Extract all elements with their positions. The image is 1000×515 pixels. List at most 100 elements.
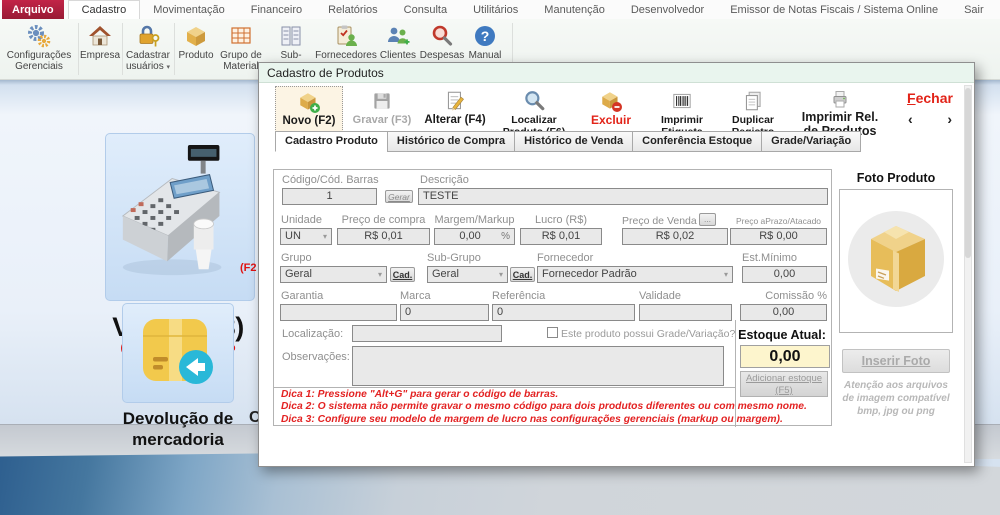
percent-suffix: %: [501, 229, 510, 244]
house-icon: [87, 22, 113, 50]
dica-1: Dica 1: Pressione "Alt+G" para gerar o c…: [281, 389, 829, 401]
preco-aprazo-label: Preço aPrazo/Atacado: [730, 216, 827, 226]
people-icon: [385, 22, 411, 50]
referencia-input[interactable]: 0: [492, 304, 635, 321]
menu-item-movimentacao[interactable]: Movimentação: [140, 0, 238, 19]
garantia-label: Garantia: [281, 290, 323, 302]
foto-produto-frame: [839, 189, 953, 333]
preco-venda-more-button[interactable]: ...: [699, 213, 716, 226]
ribbon-button-label: Manual: [469, 50, 502, 61]
magnifier-icon: [522, 88, 546, 114]
ribbon-button-configuracoes-gerenciais[interactable]: Configurações Gerenciais: [2, 22, 76, 78]
ribbon-button-label: Clientes: [380, 50, 416, 61]
lucro-input[interactable]: R$ 0,01: [520, 228, 602, 245]
menu-item-consulta[interactable]: Consulta: [391, 0, 460, 19]
ribbon-separator: [78, 23, 79, 75]
localizacao-input[interactable]: [352, 325, 502, 342]
marca-input[interactable]: 0: [400, 304, 489, 321]
box-icon: [183, 22, 209, 50]
hidden-label-fragment: C: [249, 409, 258, 427]
scrollbar-thumb[interactable]: [965, 88, 971, 258]
tab-cadastro-produto[interactable]: Cadastro Produto: [275, 131, 387, 152]
help-icon: ?: [472, 22, 498, 50]
menu-item-manutencao[interactable]: Manutenção: [531, 0, 618, 19]
ribbon-button-label: Empresa: [80, 50, 120, 61]
preco-venda-label: Preço de Venda: [622, 215, 697, 227]
observacoes-textarea[interactable]: [352, 346, 724, 386]
dica-2: Dica 2: O sistema não permite gravar o m…: [281, 401, 829, 413]
ribbon-button-empresa[interactable]: Empresa: [80, 22, 120, 78]
app-window: Arquivo Cadastro Movimentação Financeiro…: [0, 0, 1000, 515]
dialog-tabs: Cadastro Produto Histórico de Compra His…: [275, 131, 861, 152]
ribbon-button-label: Cadastrar usuários ▾: [124, 50, 172, 73]
unidade-select[interactable]: UN▾: [280, 228, 332, 245]
svg-text:?: ?: [481, 28, 490, 44]
preco-compra-label: Preço de compra: [337, 214, 430, 226]
gravar-label: Gravar (F3): [353, 114, 412, 126]
devolucao-card[interactable]: [122, 303, 234, 403]
menu-item-utilitarios[interactable]: Utilitários: [460, 0, 531, 19]
descricao-label: Descrição: [420, 174, 469, 186]
ribbon-button-produto[interactable]: Produto: [176, 22, 216, 78]
estoque-atual-value: 0,00: [740, 345, 830, 368]
dicas-block: Dica 1: Pressione "Alt+G" para gerar o c…: [281, 389, 829, 426]
menubar: Arquivo Cadastro Movimentação Financeiro…: [0, 0, 1000, 19]
fornecedor-select[interactable]: Fornecedor Padrão▾: [537, 266, 733, 283]
margem-input[interactable]: 0,00%: [434, 228, 515, 245]
menu-item-relatorios[interactable]: Relatórios: [315, 0, 391, 19]
grupo-select[interactable]: Geral▾: [280, 266, 387, 283]
prev-record-button[interactable]: ‹: [908, 113, 913, 125]
estminimo-input[interactable]: 0,00: [742, 266, 827, 283]
preco-compra-input[interactable]: R$ 0,01: [337, 228, 430, 245]
gerar-button[interactable]: Gerar: [385, 190, 413, 203]
validade-input[interactable]: [639, 304, 732, 321]
chevron-down-icon: ▾: [499, 267, 503, 282]
tab-grade-variacao[interactable]: Grade/Variação: [761, 131, 861, 152]
lucro-label: Lucro (R$): [520, 214, 602, 226]
box-plus-icon: [297, 89, 321, 115]
menu-item-emissor-nf[interactable]: Emissor de Notas Fiscais / Sistema Onlin…: [717, 0, 951, 19]
fechar-button[interactable]: Fechar ‹ ›: [895, 86, 965, 140]
subgrupo-cad-button[interactable]: Cad.: [510, 267, 535, 282]
menu-item-desenvolvedor[interactable]: Desenvolvedor: [618, 0, 717, 19]
grupo-cad-button[interactable]: Cad.: [390, 267, 415, 282]
garantia-input[interactable]: [280, 304, 397, 321]
grade-variacao-checkbox[interactable]: [547, 327, 558, 338]
next-record-button[interactable]: ›: [947, 113, 952, 125]
inserir-foto-button[interactable]: Inserir Foto: [842, 349, 950, 373]
duplicate-pages-icon: [741, 88, 765, 114]
estminimo-label: Est.Mínimo: [742, 252, 797, 264]
devolucao-title[interactable]: Devolução de mercadoria: [88, 408, 268, 450]
chevron-down-icon: ▾: [323, 229, 327, 244]
ribbon-separator: [174, 23, 175, 75]
tab-historico-compra[interactable]: Histórico de Compra: [387, 131, 514, 152]
product-box-placeholder-icon: [841, 199, 951, 324]
grid-table-icon: [228, 22, 254, 50]
tab-historico-venda[interactable]: Histórico de Venda: [514, 131, 632, 152]
novo-label: Novo (F2): [282, 115, 335, 127]
subgrupo-select[interactable]: Geral▾: [427, 266, 508, 283]
product-form-groupbox: Código/Cód. Barras 1 Gerar Descrição TES…: [273, 169, 832, 426]
ribbon-button-label: Despesas: [420, 50, 464, 61]
codigo-input[interactable]: 1: [282, 188, 377, 205]
dialog-title: Cadastro de Produtos: [259, 63, 974, 83]
cadastro-produtos-dialog: Cadastro de Produtos Novo (F2) Gravar (F…: [258, 62, 975, 467]
margem-label: Margem/Markup: [434, 214, 515, 226]
venda-card[interactable]: [105, 133, 255, 301]
preco-venda-input[interactable]: R$ 0,02: [622, 228, 728, 245]
marca-label: Marca: [400, 290, 431, 302]
chevron-down-icon: ▾: [724, 267, 728, 282]
preco-aprazo-input[interactable]: R$ 0,00: [730, 228, 827, 245]
tab-conferencia-estoque[interactable]: Conferência Estoque: [632, 131, 761, 152]
comissao-input[interactable]: 0,00: [740, 304, 827, 321]
descricao-input[interactable]: TESTE: [418, 188, 828, 205]
menu-item-cadastro[interactable]: Cadastro: [68, 0, 141, 19]
menu-item-arquivo[interactable]: Arquivo: [2, 0, 64, 19]
ribbon-button-cadastrar-usuarios[interactable]: Cadastrar usuários ▾: [124, 22, 172, 78]
validade-label: Validade: [639, 290, 681, 302]
dialog-scrollbar[interactable]: [964, 85, 972, 463]
menu-item-financeiro[interactable]: Financeiro: [238, 0, 315, 19]
menu-item-sair[interactable]: Sair: [951, 0, 997, 19]
hint-fragment: (F2: [240, 262, 257, 274]
barcode-icon: [670, 88, 694, 114]
